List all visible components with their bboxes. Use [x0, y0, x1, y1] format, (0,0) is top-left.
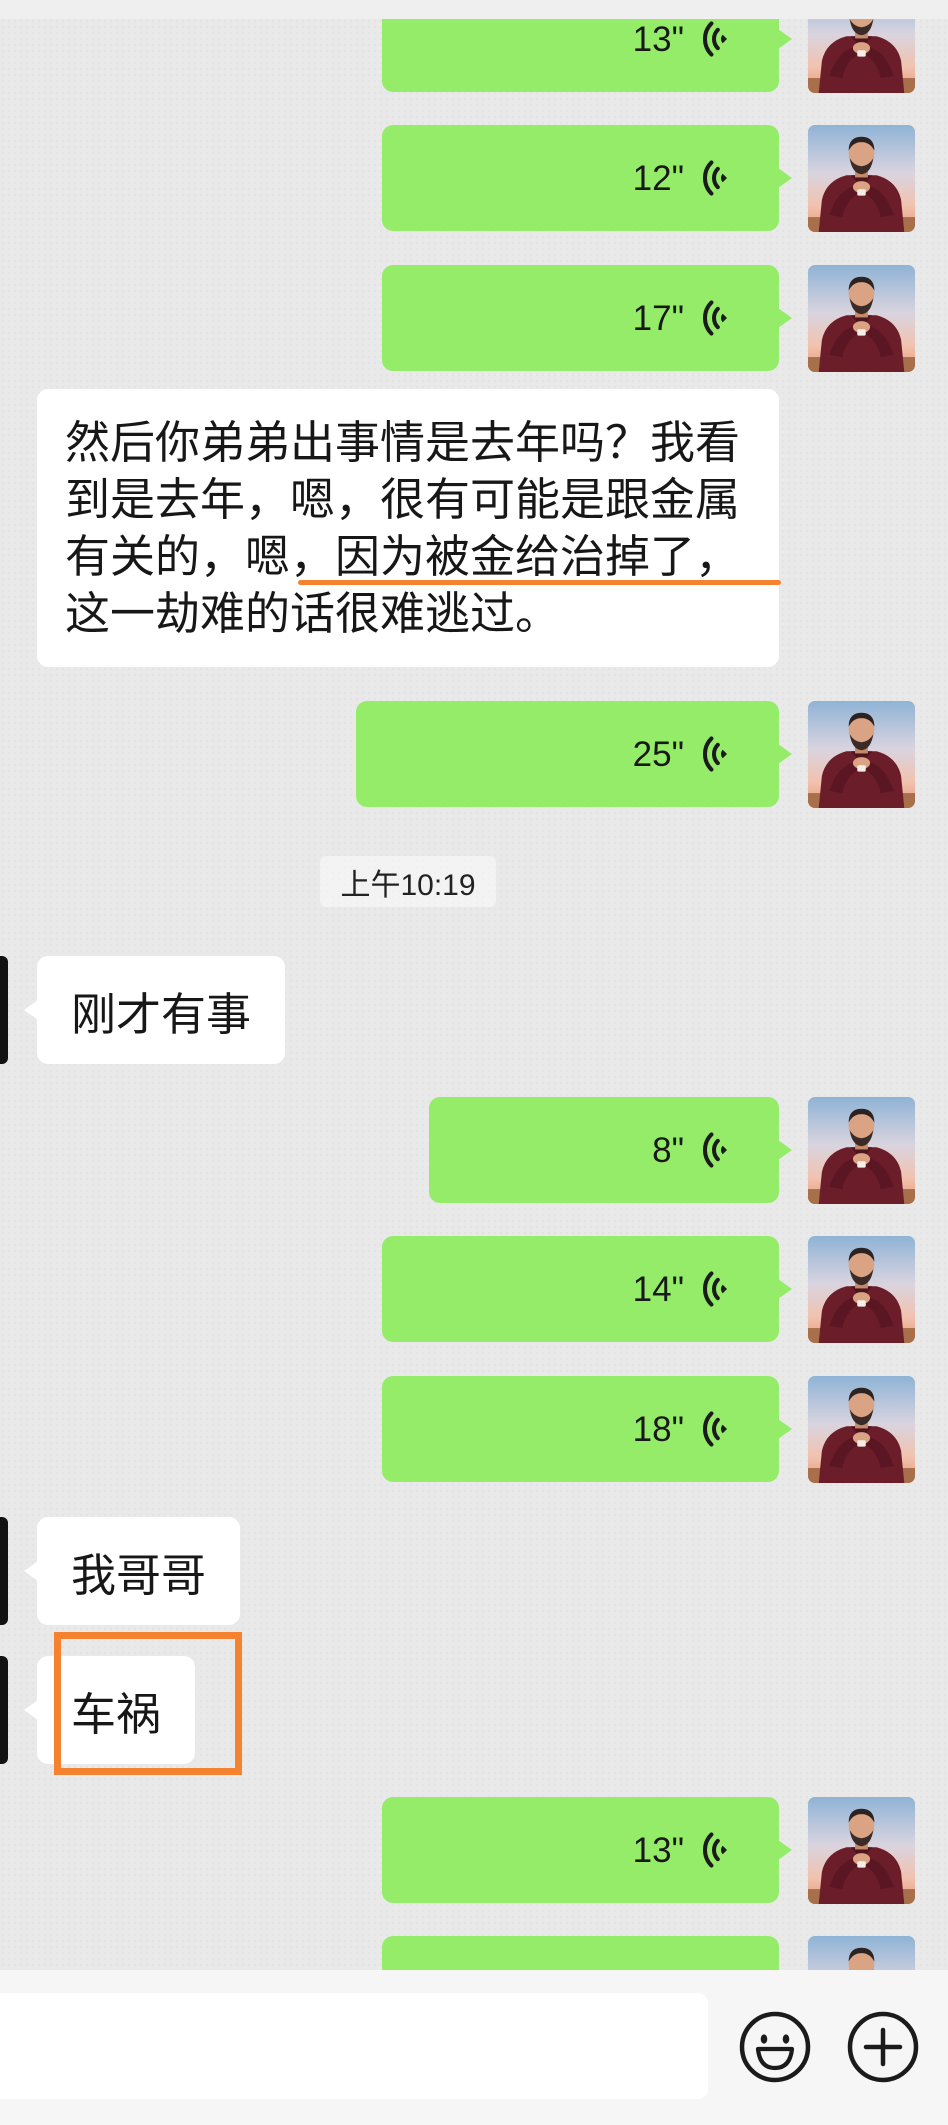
- avatar[interactable]: [808, 265, 915, 372]
- plus-circle-icon: [847, 2011, 919, 2083]
- voice-wave-icon: [702, 1271, 729, 1307]
- voice-duration: 14": [632, 1269, 684, 1309]
- avatar[interactable]: [808, 125, 915, 232]
- avatar[interactable]: [808, 701, 915, 808]
- input-bar: [0, 1970, 948, 2125]
- voice-message-bubble[interactable]: 12": [382, 125, 792, 231]
- voice-message-bubble[interactable]: 17": [382, 265, 792, 371]
- voice-duration: 13": [632, 19, 684, 59]
- voice-duration: 17": [632, 298, 684, 338]
- voice-wave-icon: [702, 1832, 729, 1868]
- contact-avatar[interactable]: [0, 1517, 8, 1625]
- voice-wave-icon: [702, 300, 729, 336]
- text-message-bubble[interactable]: 我哥哥: [23, 1517, 241, 1625]
- message-text: 我哥哥: [71, 1549, 207, 1601]
- voice-wave-icon: [702, 21, 729, 57]
- voice-wave-icon: [702, 736, 729, 772]
- voice-duration: 25": [632, 734, 684, 774]
- voice-duration: 18": [632, 1409, 684, 1449]
- message-text: 然后你弟弟出事情是去年吗？我看到是去年，嗯，很有可能是跟金属有关的，嗯，因为被金…: [65, 417, 741, 639]
- avatar[interactable]: [808, 1376, 915, 1483]
- contact-avatar[interactable]: [0, 956, 8, 1064]
- message-text: 刚才有事: [71, 988, 252, 1040]
- contact-avatar[interactable]: [0, 1656, 8, 1764]
- emoji-icon: [739, 2011, 811, 2083]
- emoji-button[interactable]: [739, 2011, 811, 2083]
- voice-wave-icon: [702, 1132, 729, 1168]
- top-bar: [0, 0, 948, 19]
- voice-message-bubble[interactable]: 25": [356, 701, 792, 807]
- voice-message-bubble[interactable]: 14": [382, 1236, 792, 1342]
- avatar[interactable]: [808, 1097, 915, 1204]
- annotation-underline: [298, 580, 781, 585]
- annotation-box: [54, 1632, 242, 1775]
- text-message-bubble[interactable]: 刚才有事: [23, 956, 286, 1064]
- voice-message-bubble[interactable]: 8": [429, 1097, 792, 1203]
- message-timestamp: 上午10:19: [320, 856, 496, 907]
- more-button[interactable]: [847, 2011, 919, 2083]
- voice-duration: 12": [632, 158, 684, 198]
- voice-wave-icon: [702, 160, 729, 196]
- voice-message-bubble[interactable]: 13": [382, 1797, 792, 1903]
- voice-duration: 13": [632, 1830, 684, 1870]
- chat-screen: 13" 12" 17" 然后你弟弟出事情是去年吗？我看到是去年，嗯，很有可能是跟…: [0, 0, 948, 2125]
- voice-message-bubble[interactable]: 18": [382, 1376, 792, 1482]
- avatar[interactable]: [808, 1797, 915, 1904]
- message-input[interactable]: [0, 1993, 708, 2099]
- voice-wave-icon: [702, 1411, 729, 1447]
- voice-duration: 8": [652, 1130, 684, 1170]
- avatar[interactable]: [808, 1236, 915, 1343]
- text-message-bubble[interactable]: 然后你弟弟出事情是去年吗？我看到是去年，嗯，很有可能是跟金属有关的，嗯，因为被金…: [37, 389, 779, 667]
